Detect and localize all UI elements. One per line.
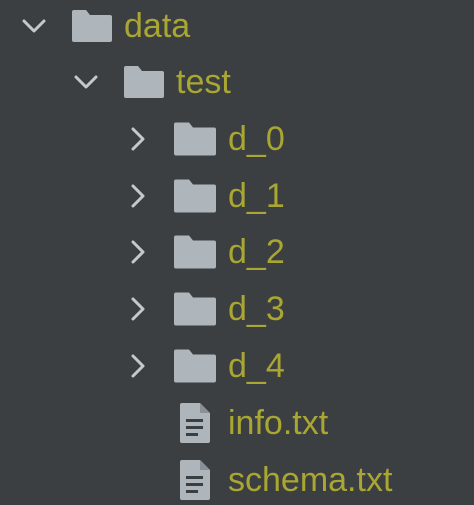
text-file-icon xyxy=(180,459,210,500)
chevron-down-icon[interactable] xyxy=(20,12,48,40)
tree-node-label: d_4 xyxy=(228,346,285,385)
tree-node-d_3[interactable]: d_3 xyxy=(0,280,474,337)
chevron-right-icon[interactable] xyxy=(124,238,152,266)
tree-node-label: d_1 xyxy=(228,176,285,215)
folder-icon xyxy=(174,292,216,325)
tree-node-label: schema.txt xyxy=(228,460,393,499)
chevron-right-icon[interactable] xyxy=(124,352,152,380)
tree-node-label: data xyxy=(124,6,191,45)
tree-node-data[interactable]: data xyxy=(0,0,474,54)
tree-node-d_1[interactable]: d_1 xyxy=(0,167,474,224)
project-tree: data test d_0 d_1 d_2 d_3 d_4 info.txt s… xyxy=(0,0,474,505)
text-file-icon xyxy=(180,402,210,443)
folder-icon xyxy=(174,349,216,382)
tree-node-label: d_2 xyxy=(228,232,285,271)
folder-icon xyxy=(174,179,216,212)
tree-node-d_4[interactable]: d_4 xyxy=(0,337,474,394)
folder-icon xyxy=(174,235,216,268)
tree-node-label: info.txt xyxy=(228,403,329,442)
tree-node-label: d_0 xyxy=(228,119,285,158)
tree-node-d_0[interactable]: d_0 xyxy=(0,110,474,167)
folder-icon xyxy=(174,122,216,155)
chevron-right-icon[interactable] xyxy=(124,182,152,210)
tree-node-schema-txt[interactable]: schema.txt xyxy=(0,451,474,505)
folder-icon xyxy=(72,9,112,42)
chevron-right-icon[interactable] xyxy=(124,125,152,153)
tree-node-info-txt[interactable]: info.txt xyxy=(0,394,474,451)
tree-node-label: d_3 xyxy=(228,289,285,328)
chevron-down-icon[interactable] xyxy=(72,68,100,96)
tree-node-label: test xyxy=(176,62,231,101)
tree-node-d_2[interactable]: d_2 xyxy=(0,223,474,280)
folder-icon xyxy=(124,65,164,98)
chevron-right-icon[interactable] xyxy=(124,295,152,323)
tree-node-test[interactable]: test xyxy=(0,53,474,110)
